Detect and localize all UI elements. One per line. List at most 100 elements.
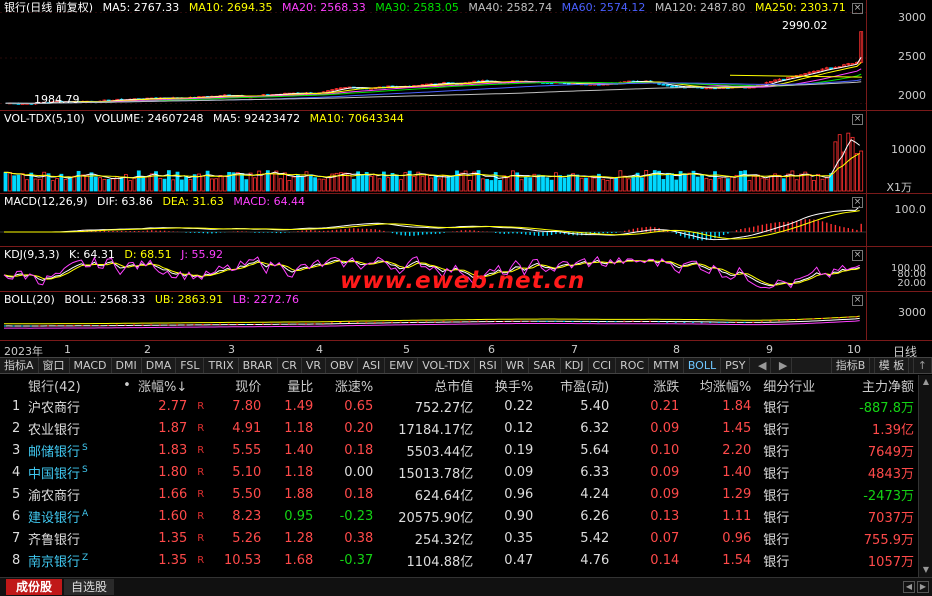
macd-axis: 100.0	[866, 194, 932, 246]
tab-vol-tdx[interactable]: VOL-TDX	[418, 358, 475, 373]
col-header-market-cap[interactable]: 总市值	[377, 375, 477, 395]
tab-obv[interactable]: OBV	[326, 358, 359, 373]
table-row[interactable]: 6 建设银行 A 1.60 R 8.23 0.95 -0.23 20575.90亿 0.90 6.2…	[0, 505, 918, 527]
tab-[interactable]: 窗口	[39, 358, 70, 373]
col-header-spacer	[191, 375, 217, 395]
volume-info-bar: VOL-TDX(5,10) VOLUME: 24607248 MA5: 9242…	[4, 112, 410, 126]
scroll-left-icon[interactable]: ◀	[903, 581, 915, 593]
candlestick-chart[interactable]	[0, 0, 866, 110]
tab-emv[interactable]: EMV	[385, 358, 419, 373]
table-row[interactable]: 3 邮储银行 S 1.83 R 5.55 1.40 0.18 5503.44亿 0.19 5.64 0…	[0, 439, 918, 461]
tab-a[interactable]: 指标A	[0, 358, 39, 373]
volume-bar	[510, 170, 515, 192]
tab-macd[interactable]: MACD	[70, 358, 112, 373]
table-row[interactable]: 5 渝农商行 1.66 R 5.50 1.88 0.18 624.64亿 0.96 4.24 0.0…	[0, 483, 918, 505]
volume-pane[interactable]: VOL-TDX(5,10) VOLUME: 24607248 MA5: 9242…	[0, 110, 932, 194]
tab-scroll-left-icon[interactable]: ◀	[754, 358, 772, 373]
tab-pin-icon[interactable]: ↑	[912, 358, 932, 373]
tab-mtm[interactable]: MTM	[649, 358, 684, 373]
tab-cr[interactable]: CR	[278, 358, 302, 373]
tab-watchlist[interactable]: 自选股	[64, 579, 114, 595]
col-header-name[interactable]: 银行(42)	[28, 375, 120, 395]
tab-roc[interactable]: ROC	[616, 358, 650, 373]
ma40-label: MA40: 2582.74	[468, 1, 553, 14]
stock-table: 银行(42) • 涨幅%↓ 现价 量比 涨速% 总市值 换手% 市盈(动) 涨跌…	[0, 375, 918, 571]
tab-fsl[interactable]: FSL	[176, 358, 205, 373]
close-pane-icon[interactable]: ×	[852, 3, 863, 14]
pe-ratio: 5.64	[580, 442, 610, 458]
close-pane-icon[interactable]: ×	[852, 250, 863, 261]
tab-indicator-b[interactable]: 指标B	[830, 358, 871, 373]
tab-psy[interactable]: PSY	[721, 358, 751, 373]
scroll-down-icon[interactable]: ▼	[921, 565, 931, 575]
tab-kdj[interactable]: KDJ	[561, 358, 589, 373]
col-header-change[interactable]: 涨跌	[613, 375, 683, 395]
volume-bar	[7, 171, 12, 192]
table-row[interactable]: 1 沪农商行 2.77 R 7.80 1.49 0.65 752.27亿 0.22 5.40 0.2…	[0, 395, 918, 417]
table-row[interactable]: 8 南京银行 Z 1.35 R 10.53 1.68 -0.37 1104.88亿 0.47 4.7…	[0, 549, 918, 571]
volume-bar	[812, 179, 816, 192]
close-pane-icon[interactable]: ×	[852, 295, 863, 306]
volume-bar	[119, 177, 124, 192]
turnover: 0.22	[504, 398, 534, 414]
tab-vr[interactable]: VR	[302, 358, 327, 373]
net-inflow: 7649万	[867, 444, 914, 460]
tab-sar[interactable]: SAR	[529, 358, 561, 373]
tab-cci[interactable]: CCI	[589, 358, 617, 373]
volume-bar	[631, 175, 636, 192]
tab-scroll-right-icon[interactable]: ▶	[775, 358, 793, 373]
row-index: 5	[12, 486, 21, 502]
avg-change: 1.84	[722, 398, 752, 414]
col-header-industry[interactable]: 细分行业	[755, 375, 845, 395]
col-header-net-inflow[interactable]: 主力净额	[845, 375, 918, 395]
col-header-pe[interactable]: 市盈(动)	[537, 375, 613, 395]
tab-trix[interactable]: TRIX	[204, 358, 239, 373]
macd-title: MACD(12,26,9)	[4, 195, 88, 208]
change-pct: 2.77	[158, 398, 188, 414]
volume-ratio: 1.28	[284, 530, 314, 546]
table-row[interactable]: 4 中国银行 S 1.80 R 5.10 1.18 0.00 15013.78亿 0.09 6.33…	[0, 461, 918, 483]
tab-wr[interactable]: WR	[502, 358, 530, 373]
macd-pane[interactable]: MACD(12,26,9) DIF: 63.86 DEA: 31.63 MACD…	[0, 193, 932, 246]
axis-label: 3000	[898, 11, 926, 24]
tab-dmi[interactable]: DMI	[112, 358, 142, 373]
close-pane-icon[interactable]: ×	[852, 114, 863, 125]
col-header-volume-ratio[interactable]: 量比	[265, 375, 317, 395]
col-header-price[interactable]: 现价	[217, 375, 265, 395]
price-chart-pane[interactable]: 银行(日线 前复权) MA5: 2767.33 MA10: 2694.35 MA…	[0, 0, 932, 110]
month-label: 4	[316, 343, 323, 356]
col-header-avg-change[interactable]: 均涨幅%	[683, 375, 755, 395]
table-row[interactable]: 2 农业银行 1.87 R 4.91 1.18 0.20 17184.17亿 0.12 6.32 0…	[0, 417, 918, 439]
stock-name: 齐鲁银行	[28, 527, 120, 549]
scroll-right-icon[interactable]: ▶	[917, 581, 929, 593]
stock-name-text: 邮储银行	[28, 444, 81, 460]
boll-pane[interactable]: BOLL(20) BOLL: 2568.33 UB: 2863.91 LB: 2…	[0, 291, 932, 340]
pe-ratio: 5.42	[580, 530, 610, 546]
tab-template[interactable]: 模 板	[873, 358, 910, 373]
tab-asi[interactable]: ASI	[358, 358, 386, 373]
col-header-speed[interactable]: 涨速%	[317, 375, 377, 395]
table-scrollbar[interactable]: ▲ ▼	[918, 375, 932, 577]
axis-label: 3000	[898, 306, 926, 319]
kdj-info-bar: KDJ(9,3,3) K: 64.31 D: 68.51 J: 55.92	[4, 248, 229, 262]
volume-bar	[794, 179, 799, 192]
tab-dma[interactable]: DMA	[142, 358, 177, 373]
dif-line	[4, 206, 861, 241]
scroll-up-icon[interactable]: ▲	[921, 377, 931, 387]
volume-bar	[575, 174, 580, 192]
table-row[interactable]: 7 齐鲁银行 1.35 R 5.26 1.28 0.38 254.32亿 0.35 5.42 0.0…	[0, 527, 918, 549]
tab-boll[interactable]: BOLL	[684, 358, 722, 373]
turnover: 0.12	[504, 420, 534, 436]
tab-brar[interactable]: BRAR	[239, 358, 278, 373]
ma-line	[5, 56, 862, 105]
close-pane-icon[interactable]: ×	[852, 197, 863, 208]
volume-bar	[480, 178, 485, 192]
tab-rsi[interactable]: RSI	[475, 358, 502, 373]
month-label: 10	[847, 343, 861, 356]
col-header-change-pct[interactable]: 涨幅%↓	[138, 375, 191, 395]
volume-bar	[824, 177, 829, 192]
col-header-turnover[interactable]: 换手%	[477, 375, 537, 395]
time-axis: 2023年 1 2 3 4 5 6 7 8 9 10 日线	[0, 340, 932, 359]
volume-bar	[764, 178, 769, 192]
tab-components[interactable]: 成份股	[6, 579, 62, 595]
